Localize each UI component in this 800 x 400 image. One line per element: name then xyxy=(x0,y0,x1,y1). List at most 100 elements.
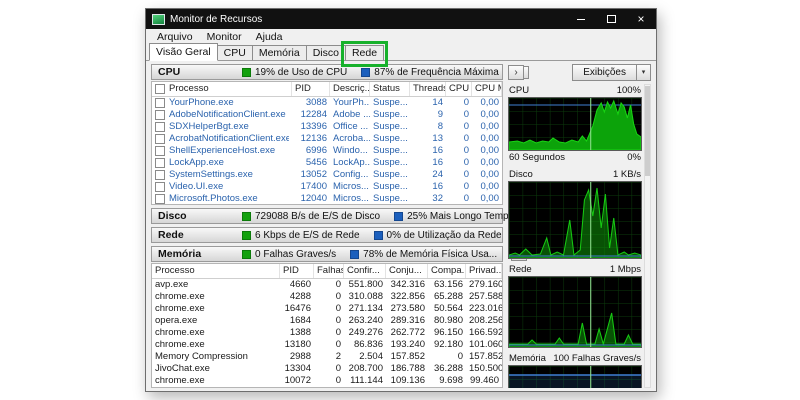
threads-cell: 13 xyxy=(432,133,443,144)
column-pid[interactable]: PID xyxy=(280,264,314,278)
memory-row[interactable]: chrome.exe 10072 0 111.144 109.136 9.698 99.46… xyxy=(152,375,502,387)
titlebar[interactable]: Monitor de Recursos × xyxy=(146,9,656,29)
column-conjunto[interactable]: Conju... xyxy=(386,264,428,278)
tab-disco[interactable]: Disco xyxy=(305,45,346,61)
rede-util-label: 0% de Utilização da Rede xyxy=(386,229,502,241)
scrollbar-thumb[interactable] xyxy=(645,86,650,176)
pid-cell: 13396 xyxy=(300,121,327,132)
row-checkbox[interactable] xyxy=(155,110,165,120)
column-privado[interactable]: Privad... xyxy=(466,264,502,278)
cpu-section-header[interactable]: CPU 19% de Uso de CPU 87% de Frequência … xyxy=(151,64,529,80)
row-checkbox[interactable] xyxy=(155,182,165,192)
process-name: avp.exe xyxy=(155,279,189,290)
tabbar: Visão Geral CPU Memória Disco Rede xyxy=(146,41,656,67)
cpu-row[interactable]: AdobeNotificationClient.exe 12284 Adobe ..… xyxy=(152,109,502,121)
memoria-section-header[interactable]: Memória 0 Falhas Graves/s 78% de Memória… xyxy=(151,246,528,262)
desc-cell: Office ... xyxy=(333,121,369,132)
process-name: chrome.exe xyxy=(155,339,205,350)
column-processo[interactable]: Processo xyxy=(152,264,280,278)
pid-cell: 6996 xyxy=(305,145,327,156)
confir-cell: 98.004 xyxy=(344,387,386,388)
close-icon: × xyxy=(637,12,645,26)
cpu-row[interactable]: YourPhone.exe 3088 YourPh... Suspe... 14 0 0,0… xyxy=(152,97,502,109)
cpu-cell: 0 xyxy=(463,121,469,132)
falhas-cell: 0 xyxy=(335,327,341,338)
cpu-table-header: Processo PID Descriç... Status Threads C… xyxy=(152,82,502,97)
memory-row[interactable]: svchost.exe (LocalSystemNetwo...1492098.… xyxy=(152,387,502,388)
column-descricao[interactable]: Descriç... xyxy=(330,82,370,96)
disco-graph-block: Disco 1 KB/s xyxy=(508,168,642,259)
maximize-button[interactable] xyxy=(596,9,626,29)
rede-section-header[interactable]: Rede 6 Kbps de E/S de Rede 0% de Utiliza… xyxy=(151,227,532,243)
memory-row[interactable]: avp.exe 4660 0 551.800 342.316 63.156 279.160 xyxy=(152,279,502,291)
memory-row[interactable]: chrome.exe 4288 0 310.088 322.856 65.288 257.5… xyxy=(152,291,502,303)
threads-cell: 14 xyxy=(432,97,443,108)
menu-ajuda[interactable]: Ajuda xyxy=(249,31,290,43)
minimize-button[interactable] xyxy=(566,9,596,29)
column-threads[interactable]: Threads xyxy=(410,82,446,96)
column-status[interactable]: Status xyxy=(370,82,410,96)
column-confirmar[interactable]: Confir... xyxy=(344,264,386,278)
cpu-row[interactable]: AcrobatNotificationClient.exe 12136 Acroba… xyxy=(152,133,502,145)
menu-monitor[interactable]: Monitor xyxy=(200,31,249,43)
close-button[interactable]: × xyxy=(626,9,656,29)
maximize-icon xyxy=(606,15,616,23)
cpu-row[interactable]: LockApp.exe 5456 LockAp... Suspe... 16 0 0,00 xyxy=(152,157,502,169)
conju-cell: 262.772 xyxy=(390,327,425,338)
cpu-row[interactable]: SystemSettings.exe 13052 Config... Suspe...… xyxy=(152,169,502,181)
memory-row[interactable]: chrome.exe 13180 0 86.836 193.240 92.180 101.0… xyxy=(152,339,502,351)
rede-io-graph xyxy=(508,276,642,348)
row-checkbox[interactable] xyxy=(155,134,165,144)
desc-cell: Micros... xyxy=(333,193,369,204)
tab-memoria[interactable]: Memória xyxy=(251,45,307,61)
app-icon xyxy=(152,13,165,25)
menu-arquivo[interactable]: Arquivo xyxy=(150,31,200,43)
process-name: LockApp.exe xyxy=(169,157,224,168)
memory-row[interactable]: Memory Compression 2988 2 2.504 157.852 0 157.… xyxy=(152,351,502,363)
cpu-row[interactable]: SDXHelperBgt.exe 13396 Office ... Suspe... 8… xyxy=(152,121,502,133)
cpu-cell: 0 xyxy=(463,97,469,108)
window-controls: × xyxy=(566,9,656,29)
row-checkbox[interactable] xyxy=(155,170,165,180)
process-name: chrome.exe xyxy=(155,327,205,338)
column-compartilhavel[interactable]: Compa... xyxy=(428,264,466,278)
process-name: SystemSettings.exe xyxy=(169,169,253,180)
column-processo[interactable]: Processo xyxy=(152,82,292,96)
status-cell: Suspe... xyxy=(373,169,408,180)
compa-cell: 63.156 xyxy=(433,279,463,290)
chevron-down-icon[interactable]: ▾ xyxy=(637,65,650,80)
memory-row[interactable]: JivoChat.exe 13304 0 208.700 186.788 36.288 15… xyxy=(152,363,502,375)
status-cell: Suspe... xyxy=(373,193,408,204)
views-scrollbar[interactable] xyxy=(644,84,651,388)
cpu-row[interactable]: Video.UI.exe 17400 Micros... Suspe... 16 0 0,0… xyxy=(152,181,502,193)
cpu-row[interactable]: ShellExperienceHost.exe 6996 Windo... Suspe… xyxy=(152,145,502,157)
column-cpu[interactable]: CPU xyxy=(446,82,472,96)
tab-visao-geral[interactable]: Visão Geral xyxy=(149,43,218,61)
column-falhas[interactable]: Falhas... xyxy=(314,264,344,278)
cpu-cell: 0 xyxy=(463,157,469,168)
collapse-views-button[interactable]: › xyxy=(508,64,524,80)
views-dropdown-button[interactable]: Exibições ▾ xyxy=(572,63,651,81)
confir-cell: 271.134 xyxy=(348,303,383,314)
cpu-avg-cell: 0,00 xyxy=(480,157,500,168)
row-checkbox[interactable] xyxy=(155,122,165,132)
row-checkbox[interactable] xyxy=(155,194,165,204)
memory-row[interactable]: chrome.exe 16476 0 271.134 273.580 50.564 223.… xyxy=(152,303,502,315)
falhas-cell: 0 xyxy=(335,279,341,290)
cpu-cell: 0 xyxy=(463,133,469,144)
row-checkbox[interactable] xyxy=(155,98,165,108)
row-checkbox[interactable] xyxy=(155,158,165,168)
tab-cpu[interactable]: CPU xyxy=(216,45,253,61)
column-pid[interactable]: PID xyxy=(292,82,330,96)
disco-section-header[interactable]: Disco 729088 B/s de E/S de Disco 25% Mai… xyxy=(151,208,570,224)
tab-rede[interactable]: Rede xyxy=(340,41,389,67)
column-cpu-media[interactable]: CPU M... xyxy=(472,82,502,96)
conju-cell: 109.136 xyxy=(390,375,425,386)
memory-row[interactable]: opera.exe 1684 0 263.240 289.316 80.980 208.25… xyxy=(152,315,502,327)
cpu-row[interactable]: Microsoft.Photos.exe 12040 Micros... Suspe.… xyxy=(152,193,502,204)
tab-label: Rede xyxy=(351,47,378,59)
row-checkbox[interactable] xyxy=(155,146,165,156)
memory-row[interactable]: chrome.exe 1388 0 249.276 262.772 96.150 166.5… xyxy=(152,327,502,339)
select-all-checkbox[interactable] xyxy=(155,84,165,94)
rede-util-swatch xyxy=(373,230,383,240)
